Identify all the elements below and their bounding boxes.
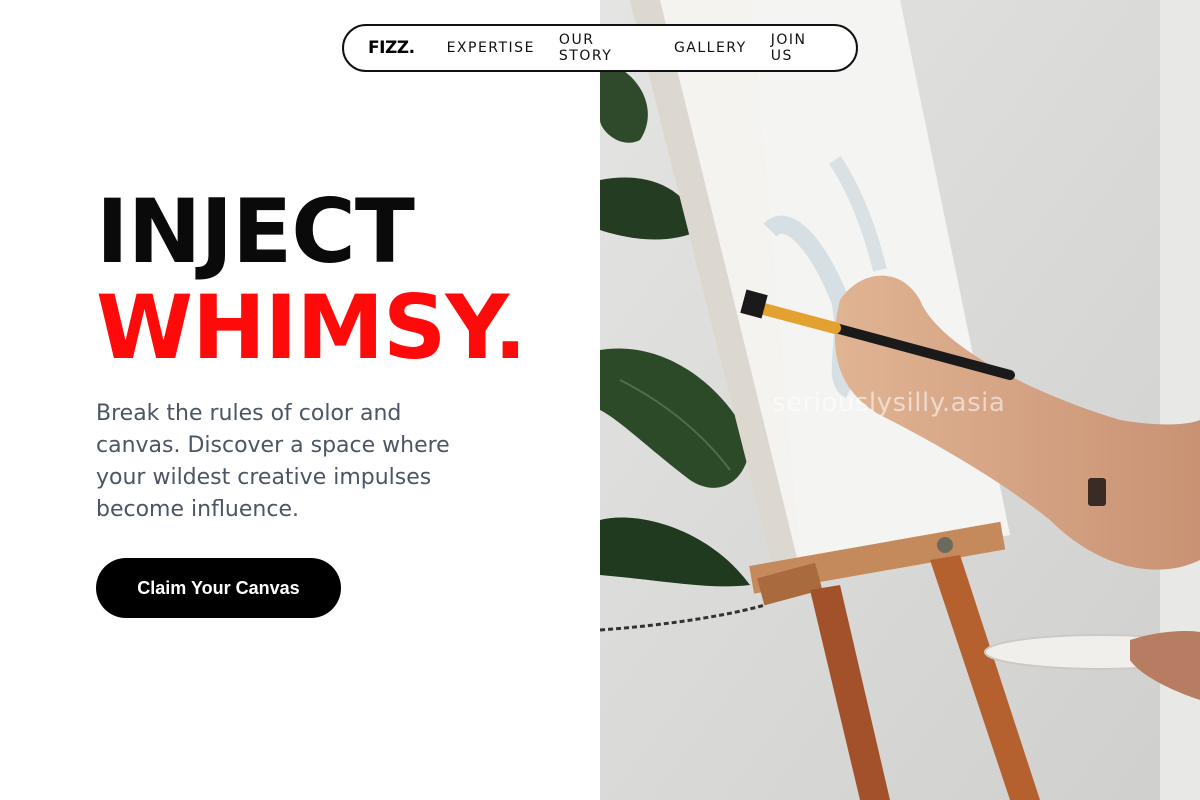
headline-line-2: WHIMSY. — [96, 276, 527, 379]
nav-link-gallery[interactable]: GALLERY — [674, 40, 747, 56]
hero-headline: INJECT WHIMSY. — [96, 180, 527, 379]
nav-link-join-us[interactable]: JOIN US — [771, 32, 832, 64]
nav-link-expertise[interactable]: EXPERTISE — [447, 40, 535, 56]
tattoo-mark — [1088, 478, 1106, 506]
hero-subtext: Break the rules of color and canvas. Dis… — [96, 401, 450, 522]
brand-logo[interactable]: FIZZ. — [368, 38, 415, 58]
watermark-text: seriouslysilly.asia — [772, 388, 1006, 418]
claim-canvas-button[interactable]: Claim Your Canvas — [96, 558, 341, 618]
nav-link-our-story[interactable]: OUR STORY — [559, 32, 650, 64]
main-nav: FIZZ. EXPERTISE OUR STORY GALLERY JOIN U… — [342, 24, 858, 72]
hero-section: INJECT WHIMSY. Break the rules of color … — [0, 0, 600, 800]
headline-line-1: INJECT — [96, 180, 415, 283]
hero-photo: seriouslysilly.asia — [600, 0, 1200, 800]
